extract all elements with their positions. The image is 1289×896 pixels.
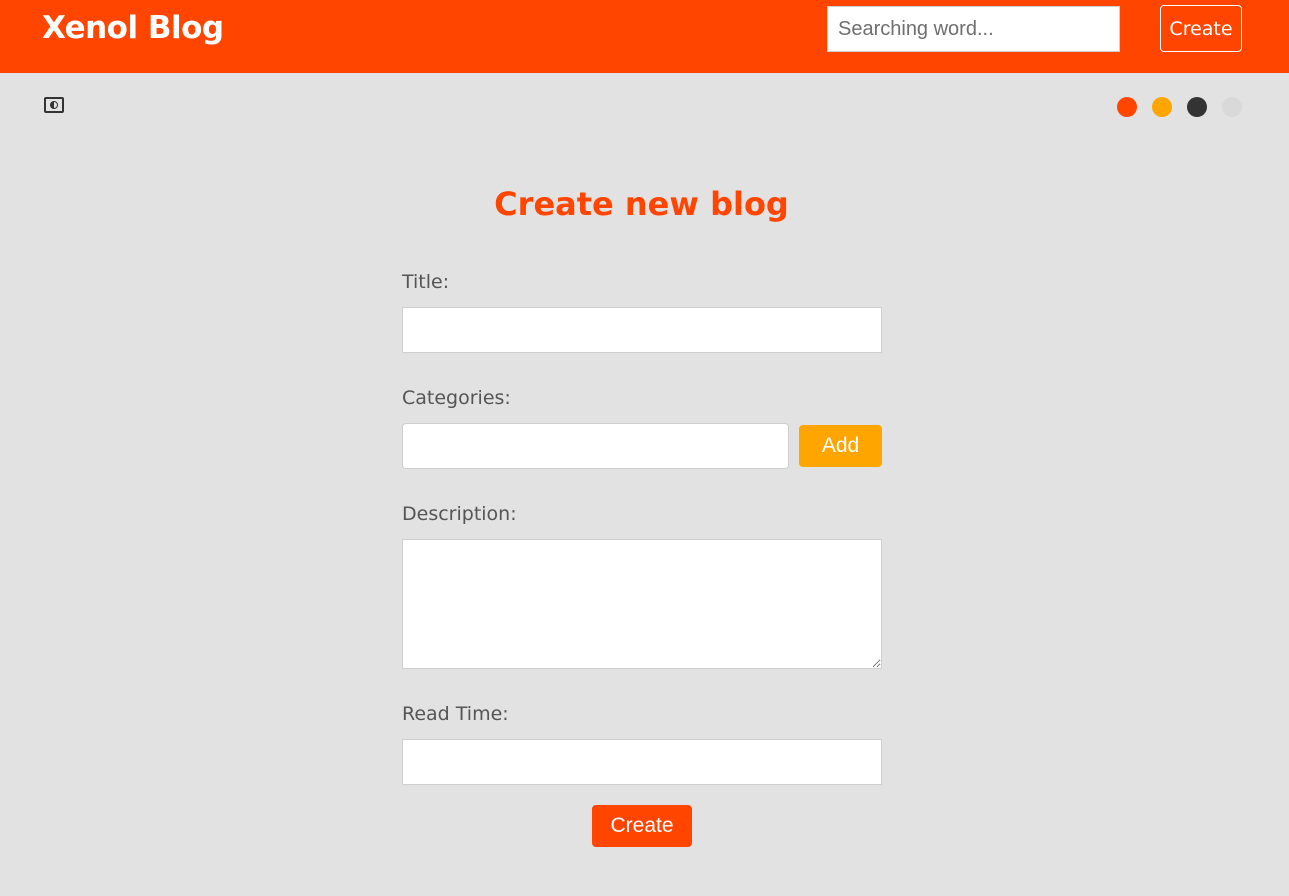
color-swatch-dark[interactable] [1187, 97, 1207, 117]
navbar: Xenol Blog Create [0, 0, 1289, 73]
color-swatch-orange-red[interactable] [1117, 97, 1137, 117]
color-swatch-orange[interactable] [1152, 97, 1172, 117]
submit-create-button[interactable]: Create [592, 805, 692, 847]
search-input[interactable] [827, 6, 1120, 52]
nav-create-button[interactable]: Create [1160, 5, 1242, 52]
add-category-button[interactable]: Add [799, 425, 882, 467]
contrast-toggle-icon[interactable] [44, 97, 64, 113]
brand-title[interactable]: Xenol Blog [42, 10, 224, 46]
description-label: Description: [402, 503, 517, 525]
title-field[interactable] [402, 307, 882, 353]
categories-field[interactable] [402, 423, 789, 469]
color-swatch-light[interactable] [1222, 97, 1242, 117]
categories-label: Categories: [402, 387, 511, 409]
page-title: Create new blog [494, 185, 789, 223]
description-field[interactable] [402, 539, 882, 669]
contrast-icon-inner [50, 101, 58, 109]
read-time-label: Read Time: [402, 703, 509, 725]
read-time-field[interactable] [402, 739, 882, 785]
title-label: Title: [402, 271, 450, 293]
